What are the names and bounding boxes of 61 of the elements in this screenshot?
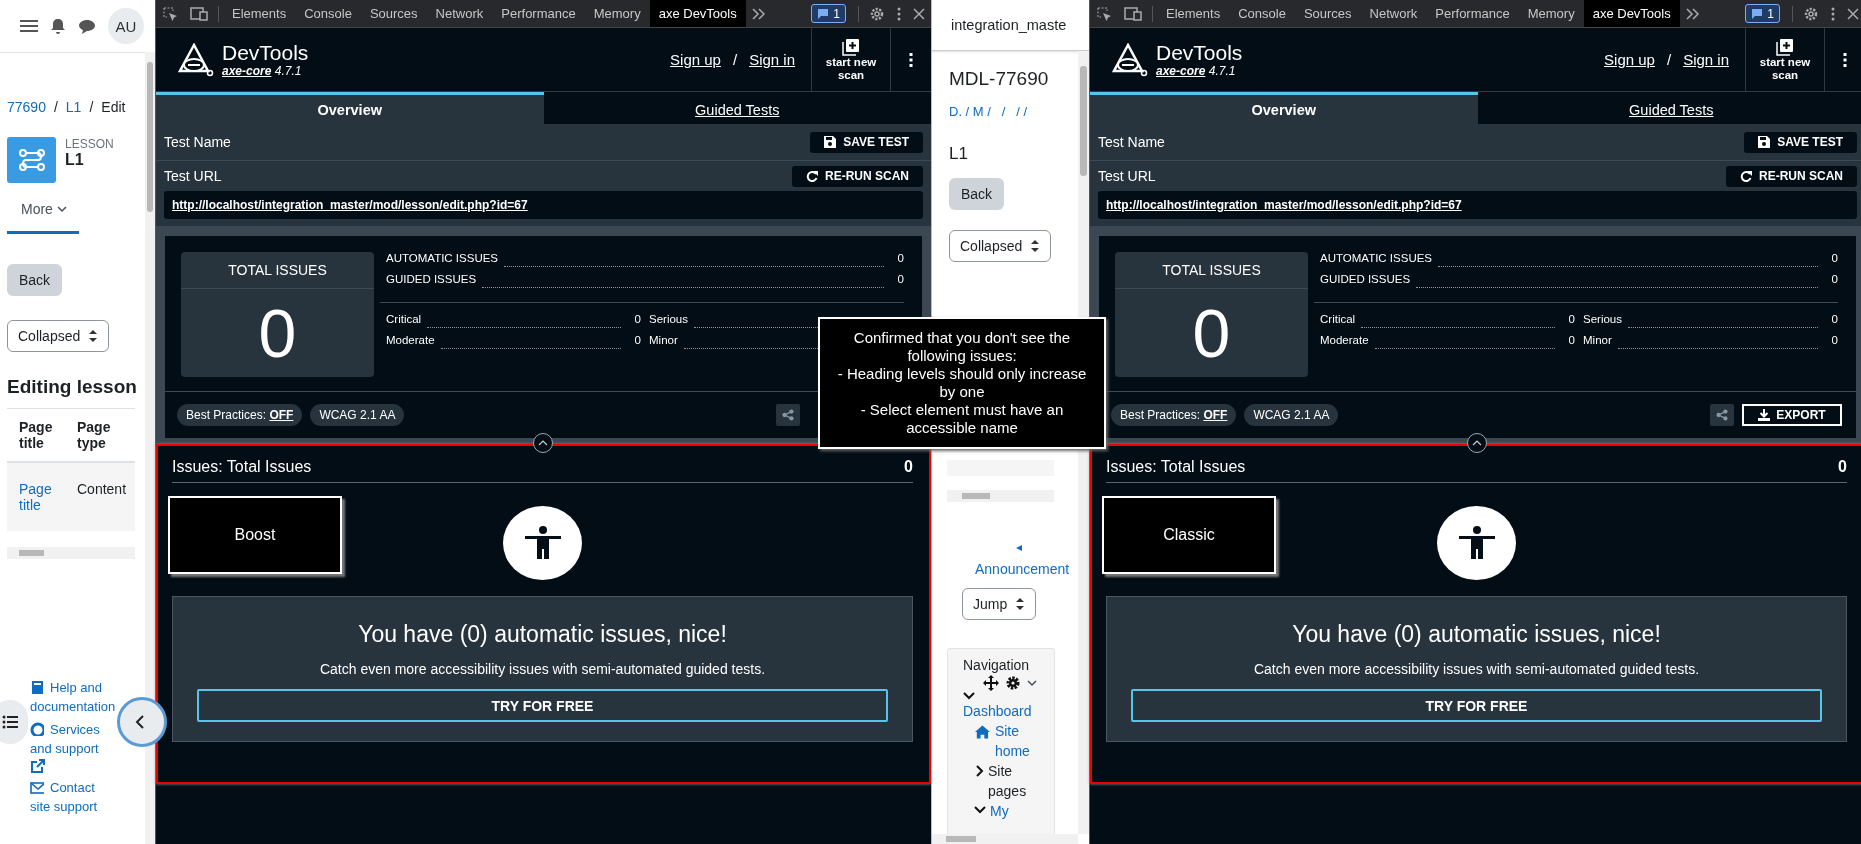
issues-title: Issues: Total Issues [1106,458,1246,476]
issues-count: 0 [904,458,913,476]
link-separator: / [732,51,738,68]
tooltip-text: - Select element must have an accessible name [859,401,1065,437]
stat-value: 0 [1830,273,1838,285]
theme-label: Classic [1102,496,1276,574]
stat-label: Minor [1583,334,1612,346]
stat-value: 0 [1830,252,1838,264]
link-separator: / [1666,51,1672,68]
stat-label: Minor [649,334,678,346]
version-text: axe-core 4.7.1 [1156,63,1237,78]
stat-value: 0 [1567,313,1575,325]
stat-value: 0 [633,334,641,346]
app-title: DevTools [222,41,309,64]
issues-title: Issues: Total Issues [172,458,312,476]
stat-label: Moderate [386,334,435,346]
standard-tag: WCAG 2.1 AA [310,404,405,426]
stat-value: 0 [1830,313,1838,325]
table-cell: Content [65,463,135,531]
activity-title: L1 [65,151,85,169]
field-label: Test URL [164,168,222,184]
tooltip-text: Confirmed that you don't see the following issues: [852,329,1072,365]
stat-value: 0 [633,313,641,325]
standard-tag: WCAG 2.1 AA [1244,404,1339,426]
field-label: Test Name [164,134,231,150]
stat-label: Critical [1320,313,1356,325]
version-text: axe-core 4.7.1 [222,63,303,78]
empty-state-text: Catch even more accessibility issues with semi-automated guided tests. [319,661,766,677]
stat-label: GUIDED ISSUES [1320,273,1411,285]
stat-label: AUTOMATIC ISSUES [1320,252,1433,264]
stat-value: 0 [896,252,904,264]
empty-state-heading: You have (0) automatic issues, nice! [358,621,727,648]
stat-label: Serious [1583,313,1622,325]
stat-label: AUTOMATIC ISSUES [386,252,499,264]
issues-count: 0 [1838,458,1847,476]
stat-label: Serious [649,313,688,325]
total-issues-count: 0 [1191,294,1232,373]
empty-state-text: Catch even more accessibility issues with semi-automated guided tests. [1253,661,1700,677]
total-issues-label: TOTAL ISSUES [181,252,374,289]
stat-label: GUIDED ISSUES [386,273,477,285]
field-label: Test URL [1098,168,1156,184]
page-title: L1 [949,144,969,164]
empty-state-heading: You have (0) automatic issues, nice! [1292,621,1661,648]
section-heading: Editing lesson [7,376,135,409]
stat-value: 0 [1567,334,1575,346]
tooltip-text: - Heading levels should only increase by one [836,365,1088,401]
theme-label: Boost [168,496,342,574]
total-issues-count: 0 [257,294,298,373]
breadcrumb-separator: / [53,99,58,115]
course-title: MDL-77690 [949,68,1050,90]
stat-label: Critical [386,313,422,325]
breadcrumb-current: Edit [101,99,126,115]
stat-value: 0 [1830,334,1838,346]
block-title: Navigation [963,657,1031,673]
breadcrumb-separator: / [89,99,94,115]
activity-type: LESSON [65,137,114,151]
app-title: DevTools [1156,41,1243,64]
stat-label: Moderate [1320,334,1369,346]
total-issues-label: TOTAL ISSUES [1115,252,1308,289]
stat-value: 0 [896,273,904,285]
field-label: Test Name [1098,134,1165,150]
